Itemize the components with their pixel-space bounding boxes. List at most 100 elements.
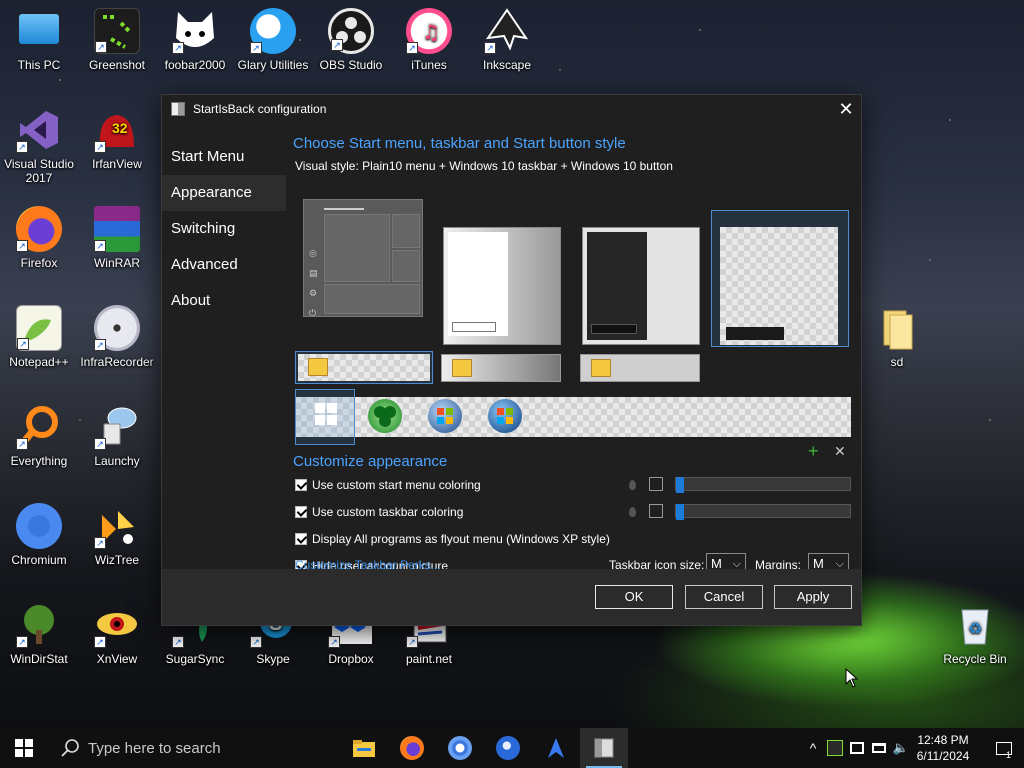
start-button-windows7[interactable] bbox=[428, 399, 462, 433]
start-button-vista[interactable] bbox=[488, 399, 522, 433]
windows-logo-icon bbox=[315, 403, 337, 425]
taskbar-search-box[interactable]: Type here to search bbox=[48, 728, 336, 768]
desktop-icon-windirstat[interactable]: ↗ WinDirStat bbox=[0, 602, 78, 666]
option-label: Display All programs as flyout menu (Win… bbox=[312, 532, 610, 546]
apply-button[interactable]: Apply bbox=[774, 585, 852, 609]
taskbar-file-explorer[interactable] bbox=[340, 728, 388, 768]
color-swatch[interactable] bbox=[649, 504, 663, 518]
style-heading: Choose Start menu, taskbar and Start but… bbox=[293, 135, 626, 152]
desktop-icon-launchy[interactable]: ↗ Launchy bbox=[78, 404, 156, 468]
taskbar-style-windows10[interactable] bbox=[298, 354, 430, 381]
desktop-icon-obs-studio[interactable]: ↗ OBS Studio bbox=[312, 8, 390, 72]
option-custom-taskbar-coloring[interactable]: Use custom taskbar coloring bbox=[295, 505, 463, 519]
option-flyout-all-programs[interactable]: Display All programs as flyout menu (Win… bbox=[295, 532, 610, 546]
start-menu-style-windows7[interactable] bbox=[443, 227, 561, 345]
add-icon[interactable]: + bbox=[808, 441, 819, 462]
taskbar-style-windows7[interactable] bbox=[441, 354, 561, 382]
start-menu-style-windows10[interactable]: ◎ ▤ ⚙ ⏻ bbox=[303, 199, 423, 319]
nav-item-appearance[interactable]: Appearance bbox=[162, 175, 286, 211]
network-icon[interactable] bbox=[868, 743, 890, 753]
itunes-icon: ♫ ↗ bbox=[406, 8, 452, 54]
taskbar-color-slider[interactable] bbox=[675, 504, 851, 520]
clover-icon bbox=[374, 406, 396, 427]
ok-button[interactable]: OK bbox=[595, 585, 673, 609]
checkbox[interactable] bbox=[295, 533, 307, 545]
desktop-icon-infrarecorder[interactable]: ↗ InfraRecorder bbox=[78, 305, 156, 369]
taskbar-chromium[interactable] bbox=[436, 728, 484, 768]
close-icon[interactable]: ✕ bbox=[831, 99, 861, 120]
taskbar-thunderbird[interactable] bbox=[484, 728, 532, 768]
desktop-icon-recycle-bin[interactable]: ♻ Recycle Bin bbox=[936, 602, 1014, 666]
desktop-icon-greenshot[interactable]: ↗ Greenshot bbox=[78, 8, 156, 72]
slider-thumb[interactable] bbox=[676, 477, 684, 493]
nav-item-advanced[interactable]: Advanced bbox=[162, 247, 286, 283]
start-button[interactable] bbox=[0, 728, 48, 768]
greenshot-tray-icon[interactable] bbox=[824, 740, 846, 756]
action-center-button[interactable]: 1 bbox=[984, 728, 1024, 768]
winrar-icon: ↗ bbox=[94, 206, 140, 252]
desktop-icon-this-pc[interactable]: This PC bbox=[0, 8, 78, 72]
taskbar-app-blue[interactable] bbox=[532, 728, 580, 768]
taskbar-clock[interactable]: 12:48 PM 6/11/2024 bbox=[912, 732, 974, 764]
color-drop-icon[interactable] bbox=[629, 480, 636, 490]
icon-label: Chromium bbox=[11, 553, 67, 567]
desktop-icon-firefox[interactable]: ↗ Firefox bbox=[0, 206, 78, 270]
appearance-panel: Choose Start menu, taskbar and Start but… bbox=[286, 123, 861, 575]
checkbox[interactable] bbox=[295, 479, 307, 491]
icon-label: Skype bbox=[256, 652, 290, 666]
start-menu-style-plain10[interactable] bbox=[720, 227, 838, 345]
desktop-icon-xnview[interactable]: ↗ XnView bbox=[78, 602, 156, 666]
desktop-icon-wiztree[interactable]: ↗ WizTree bbox=[78, 503, 156, 567]
color-drop-icon[interactable] bbox=[629, 507, 636, 517]
nav-item-about[interactable]: About bbox=[162, 283, 286, 319]
volume-muted-icon[interactable]: 🔈 bbox=[890, 740, 912, 756]
desktop-icon-visual-studio[interactable]: ↗ Visual Studio 2017 bbox=[0, 107, 78, 185]
svg-text:♫: ♫ bbox=[422, 20, 440, 44]
visual-studio-icon: ↗ bbox=[16, 107, 62, 153]
desktop-icon-winrar[interactable]: ↗ WinRAR bbox=[78, 206, 156, 270]
taskbar-firefox[interactable] bbox=[388, 728, 436, 768]
desktop-icon-notepad-plus-plus[interactable]: ↗ Notepad++ bbox=[0, 305, 78, 369]
desktop-icon-everything[interactable]: ↗ Everything bbox=[0, 404, 78, 468]
display-tray-icon[interactable] bbox=[846, 742, 868, 754]
slider-thumb[interactable] bbox=[676, 504, 684, 520]
taskbar-style-windows8[interactable] bbox=[580, 354, 700, 382]
title-bar[interactable]: StartIsBack configuration ✕ bbox=[162, 95, 861, 123]
color-swatch[interactable] bbox=[649, 477, 663, 491]
svg-text:32: 32 bbox=[112, 120, 128, 136]
option-custom-start-menu-coloring[interactable]: Use custom start menu coloring bbox=[295, 478, 481, 492]
chromium-icon bbox=[448, 736, 472, 760]
inkscape-icon: ↗ bbox=[484, 8, 530, 54]
start-button-clover[interactable] bbox=[368, 399, 402, 433]
option-label: Use custom taskbar coloring bbox=[312, 505, 464, 519]
icon-label: OBS Studio bbox=[319, 58, 383, 72]
dialog-footer: OK Cancel Apply bbox=[162, 569, 861, 625]
desktop-icon-foobar2000[interactable]: ↗ foobar2000 bbox=[156, 8, 234, 72]
vista-orb-icon bbox=[497, 408, 513, 424]
nav-item-switching[interactable]: Switching bbox=[162, 211, 286, 247]
nav-item-start-menu[interactable]: Start Menu bbox=[162, 139, 286, 175]
remove-icon[interactable]: ✕ bbox=[834, 443, 846, 460]
disc-icon: ↗ bbox=[94, 305, 140, 351]
start-menu-style-plain8[interactable] bbox=[582, 227, 700, 345]
cancel-button[interactable]: Cancel bbox=[685, 585, 763, 609]
icon-label: paint.net bbox=[405, 652, 453, 666]
chevron-up-icon[interactable]: ^ bbox=[802, 740, 824, 756]
start-button-windows10[interactable] bbox=[315, 403, 337, 425]
desktop-icon-glary-utilities[interactable]: ↗ Glary Utilities bbox=[234, 8, 312, 72]
desktop-icon-chromium[interactable]: Chromium bbox=[0, 503, 78, 567]
clock-time: 12:48 PM bbox=[917, 733, 969, 747]
thunderbird-icon bbox=[496, 736, 520, 760]
start-menu-color-slider[interactable] bbox=[675, 477, 851, 493]
desktop-folder-sd[interactable]: sd bbox=[858, 305, 936, 369]
desktop-icon-irfanview[interactable]: 32 ↗ IrfanView bbox=[78, 107, 156, 171]
desktop-icon-itunes[interactable]: ♫ ↗ iTunes bbox=[390, 8, 468, 72]
system-tray: ^ 🔈 12:48 PM 6/11/2024 1 bbox=[802, 728, 1024, 768]
launchy-icon: ↗ bbox=[94, 404, 140, 450]
taskbar-startisback-config[interactable] bbox=[580, 728, 628, 768]
checkbox[interactable] bbox=[295, 506, 307, 518]
app-icon bbox=[548, 738, 564, 758]
startisback-config-dialog: StartIsBack configuration ✕ Start Menu A… bbox=[161, 94, 862, 626]
folder-icon bbox=[874, 305, 920, 351]
desktop-icon-inkscape[interactable]: ↗ Inkscape bbox=[468, 8, 546, 72]
